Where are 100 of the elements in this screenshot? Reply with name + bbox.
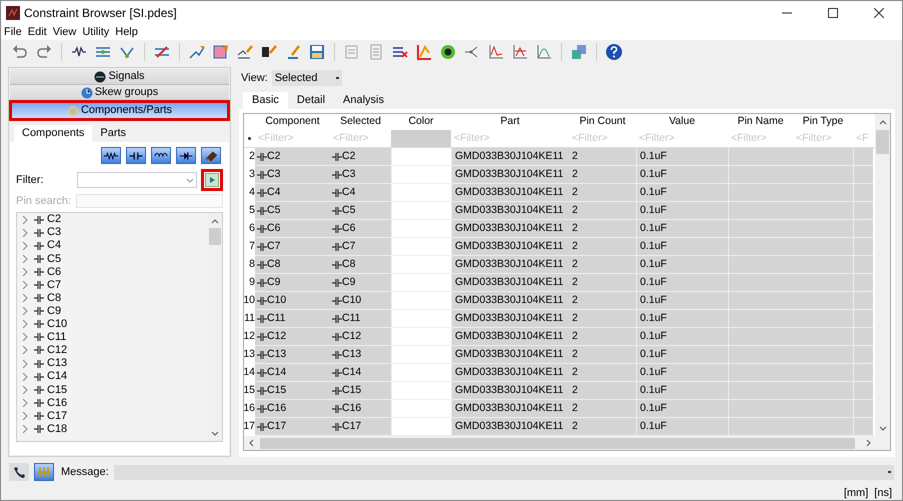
filter-type-button[interactable] xyxy=(201,147,221,164)
filter-type-button[interactable] xyxy=(101,147,121,164)
table-cell: GMD033B30J104KE11 xyxy=(451,364,569,382)
phone-icon xyxy=(12,465,26,479)
menu-item[interactable]: Utility xyxy=(82,24,110,41)
table-cell: 0.1uF xyxy=(636,202,728,220)
capacitor-icon xyxy=(34,372,44,382)
table-cell: 0.1uF xyxy=(636,310,728,328)
line-chart-icon[interactable] xyxy=(487,43,505,61)
chart-icon[interactable] xyxy=(415,43,433,61)
component-name: C7 xyxy=(342,238,356,254)
filter-type-button[interactable] xyxy=(126,147,146,164)
message-field[interactable] xyxy=(114,464,894,480)
capacitor-icon xyxy=(257,350,267,360)
filter-type-button[interactable] xyxy=(151,147,171,164)
row-number: 16 xyxy=(244,401,255,416)
column-header[interactable]: Selected xyxy=(330,114,391,130)
bus-lines-icon xyxy=(37,466,51,478)
column-header[interactable]: Component xyxy=(255,114,330,130)
redo-icon[interactable] xyxy=(35,43,53,61)
table-cell: 0.1uF xyxy=(636,238,728,256)
column-header[interactable]: Pin Name xyxy=(728,114,793,130)
accordion-section[interactable]: Signals xyxy=(10,69,229,85)
row-number: 9 xyxy=(248,275,255,290)
status-unit: [mm] xyxy=(844,486,868,500)
filter-type-button[interactable] xyxy=(176,147,196,164)
row-marker-icon xyxy=(248,137,251,140)
component-name: C6 xyxy=(342,220,356,236)
line-chart-icon[interactable] xyxy=(535,43,553,61)
column-header[interactable]: Color xyxy=(391,114,451,130)
table-cell: 0.1uF xyxy=(636,184,728,202)
table-cell xyxy=(728,310,793,328)
table-cell xyxy=(793,310,853,328)
table-cell xyxy=(793,238,853,256)
tab[interactable]: Detail xyxy=(288,92,334,109)
component-name: C4 xyxy=(342,184,356,200)
accordion-section[interactable]: Components/Parts xyxy=(10,101,229,120)
play-icon xyxy=(205,173,220,187)
capacitor-icon xyxy=(332,152,342,162)
capacitor-icon xyxy=(34,228,44,238)
column-header[interactable]: Value xyxy=(636,114,728,130)
app-logo-icon xyxy=(6,6,20,20)
menu-item[interactable]: File xyxy=(4,24,22,41)
column-header[interactable]: Part xyxy=(451,114,569,130)
field-label: View: xyxy=(241,70,268,86)
line-chart-icon[interactable] xyxy=(511,43,529,61)
scroll-thumb[interactable] xyxy=(876,130,889,154)
menu-item[interactable]: Edit xyxy=(28,24,47,41)
tab[interactable]: Components xyxy=(14,125,92,142)
tab[interactable]: Parts xyxy=(92,125,134,142)
chart-pencil-icon[interactable] xyxy=(236,43,254,61)
tab[interactable]: Basic xyxy=(243,92,288,109)
capacitor-icon xyxy=(257,422,267,432)
tab[interactable]: Analysis xyxy=(334,92,393,109)
scroll-thumb[interactable] xyxy=(260,438,855,448)
capacitor-icon xyxy=(34,266,44,277)
filter-cell[interactable] xyxy=(391,130,451,147)
capacitor-icon xyxy=(257,332,267,342)
table-cell: GMD033B30J104KE11 xyxy=(451,184,569,202)
save-icon[interactable] xyxy=(308,43,326,61)
table-cell xyxy=(793,400,853,418)
phone-button[interactable] xyxy=(9,463,29,481)
table-cell xyxy=(728,274,793,292)
table-cell: 2 xyxy=(569,256,636,274)
bus-button[interactable] xyxy=(34,463,54,481)
column-header[interactable]: Pin Count xyxy=(569,114,636,130)
chart-pencil-icon[interactable] xyxy=(212,43,230,61)
table-cell xyxy=(853,274,873,292)
component-name: C4 xyxy=(267,184,280,200)
menu-item[interactable]: View xyxy=(52,24,76,41)
table-cell xyxy=(793,166,853,184)
table-cell: 0.1uF xyxy=(636,328,728,346)
table-cell: 2 xyxy=(569,328,636,346)
chart-pencil-icon[interactable] xyxy=(188,43,206,61)
table-cell xyxy=(728,166,793,184)
pin-search-field[interactable] xyxy=(76,194,223,208)
table-cell xyxy=(728,292,793,310)
table-cell xyxy=(853,292,873,310)
table-cell xyxy=(793,292,853,310)
table-cell xyxy=(728,364,793,382)
row-number: 7 xyxy=(248,239,255,254)
row-number: 10 xyxy=(244,293,255,308)
menu-item[interactable]: Help xyxy=(115,24,138,41)
capacitor-icon xyxy=(257,368,267,378)
help-icon[interactable] xyxy=(605,43,623,61)
table-cell: 0.1uF xyxy=(636,400,728,418)
view-dropdown[interactable]: Selected xyxy=(272,70,342,86)
table-cell xyxy=(793,364,853,382)
column-header[interactable]: Pin Type xyxy=(793,114,853,130)
row-number: 17 xyxy=(244,419,255,434)
windows-icon[interactable] xyxy=(570,43,588,61)
target-icon[interactable] xyxy=(439,43,457,61)
scroll-thumb[interactable] xyxy=(209,228,221,245)
table-cell: GMD033B30J104KE11 xyxy=(451,328,569,346)
apply-filter-button[interactable] xyxy=(201,169,223,191)
table-cell: GMD033B30J104KE11 xyxy=(451,202,569,220)
accordion-section[interactable]: Skew groups xyxy=(10,85,229,101)
filter-combo-field[interactable] xyxy=(76,172,198,188)
undo-icon[interactable] xyxy=(11,43,29,61)
capacitor-icon xyxy=(34,306,44,316)
